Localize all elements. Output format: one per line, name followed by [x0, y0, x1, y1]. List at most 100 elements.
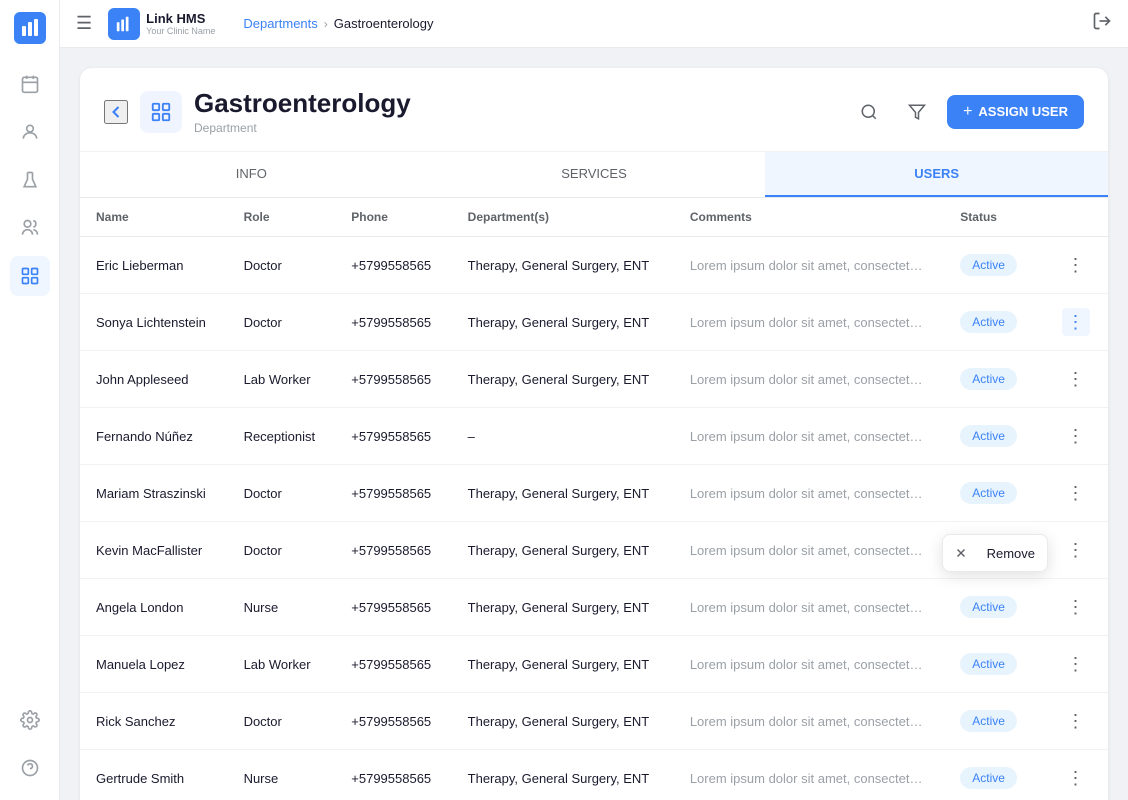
department-info: Gastroenterology Department	[194, 88, 839, 135]
cell-comments: Lorem ipsum dolor sit amet, consectetur …	[674, 408, 944, 465]
sidebar-item-grid[interactable]	[10, 256, 50, 296]
app-name: Link HMS	[146, 11, 215, 27]
cell-departments: Therapy, General Surgery, ENT	[452, 351, 674, 408]
row-more-button[interactable]: ⋮	[1062, 422, 1090, 450]
cell-status: Active	[944, 693, 1045, 750]
department-subtitle: Department	[194, 121, 839, 135]
cell-role: Lab Worker	[228, 636, 336, 693]
status-badge: Active	[960, 653, 1017, 675]
context-menu: Remove	[942, 534, 1048, 572]
row-more-button[interactable]: ⋮	[1062, 308, 1090, 336]
cell-phone: +5799558565	[335, 237, 451, 294]
logo-area	[14, 12, 46, 44]
search-button[interactable]	[851, 94, 887, 130]
sidebar-item-settings[interactable]	[10, 700, 50, 740]
cell-status: Active	[944, 408, 1045, 465]
sidebar-item-flask[interactable]	[10, 160, 50, 200]
assign-icon: +	[963, 103, 972, 121]
cell-actions: ⋮	[1046, 579, 1108, 636]
status-badge: Active	[960, 425, 1017, 447]
cell-role: Doctor	[228, 693, 336, 750]
table-row: Eric Lieberman Doctor +5799558565 Therap…	[80, 237, 1108, 294]
col-actions	[1046, 198, 1108, 237]
department-card: Gastroenterology Department	[80, 68, 1108, 800]
cell-name: Kevin MacFallister	[80, 522, 228, 579]
breadcrumb-separator: ›	[324, 17, 328, 31]
back-button[interactable]	[104, 100, 128, 124]
main-content: ☰ Link HMS Your Clinic Name Departments …	[60, 0, 1128, 800]
filter-button[interactable]	[899, 94, 935, 130]
cell-name: Sonya Lichtenstein	[80, 294, 228, 351]
row-more-button[interactable]: ⋮	[1062, 593, 1090, 621]
hamburger-menu[interactable]: ☰	[76, 13, 92, 34]
cell-role: Nurse	[228, 750, 336, 800]
users-table: Name Role Phone Department(s) Comments S…	[80, 198, 1108, 800]
cell-comments: Lorem ipsum dolor sit amet, consectetur …	[674, 522, 944, 579]
sidebar-item-person[interactable]	[10, 112, 50, 152]
card-header: Gastroenterology Department	[80, 68, 1108, 152]
tab-services[interactable]: SERVICES	[423, 152, 766, 197]
cell-role: Nurse	[228, 579, 336, 636]
cell-role: Doctor	[228, 522, 336, 579]
table-row: Gertrude Smith Nurse +5799558565 Therapy…	[80, 750, 1108, 800]
cell-name: Angela London	[80, 579, 228, 636]
table-row: Manuela Lopez Lab Worker +5799558565 The…	[80, 636, 1108, 693]
col-status: Status	[944, 198, 1045, 237]
table-row: Rick Sanchez Doctor +5799558565 Therapy,…	[80, 693, 1108, 750]
cell-status: Active	[944, 636, 1045, 693]
row-more-button[interactable]: ⋮	[1062, 650, 1090, 678]
table-row: Fernando Núñez Receptionist +5799558565 …	[80, 408, 1108, 465]
cell-comments: Lorem ipsum dolor sit amet, consectetur …	[674, 351, 944, 408]
logo-icon	[14, 12, 46, 44]
table-row: John Appleseed Lab Worker +5799558565 Th…	[80, 351, 1108, 408]
sidebar-item-calendar[interactable]	[10, 64, 50, 104]
table-header: Name Role Phone Department(s) Comments S…	[80, 198, 1108, 237]
tab-users[interactable]: USERS	[765, 152, 1108, 197]
cell-departments: Therapy, General Surgery, ENT	[452, 750, 674, 800]
cell-name: Rick Sanchez	[80, 693, 228, 750]
row-more-button[interactable]: ⋮	[1062, 536, 1090, 564]
topnav-right	[1092, 11, 1112, 36]
col-role: Role	[228, 198, 336, 237]
row-more-button[interactable]: ⋮	[1062, 707, 1090, 735]
cell-actions: ⋮	[1046, 351, 1108, 408]
sidebar-item-help[interactable]	[10, 748, 50, 788]
cell-departments: Therapy, General Surgery, ENT	[452, 693, 674, 750]
cell-name: Eric Lieberman	[80, 237, 228, 294]
cell-departments: –	[452, 408, 674, 465]
cell-status: Active	[944, 465, 1045, 522]
row-more-button[interactable]: ⋮	[1062, 251, 1090, 279]
content-area: Gastroenterology Department	[60, 48, 1128, 800]
sidebar-item-users[interactable]	[10, 208, 50, 248]
row-more-button[interactable]: ⋮	[1062, 365, 1090, 393]
cell-actions: ⋮	[1046, 408, 1108, 465]
tab-info[interactable]: INFO	[80, 152, 423, 197]
col-phone: Phone	[335, 198, 451, 237]
status-badge: Active	[960, 710, 1017, 732]
sidebar	[0, 0, 60, 800]
row-more-button[interactable]: ⋮	[1062, 764, 1090, 792]
row-more-button[interactable]: ⋮	[1062, 479, 1090, 507]
cell-name: Mariam Straszinski	[80, 465, 228, 522]
cell-name: Manuela Lopez	[80, 636, 228, 693]
table-body: Eric Lieberman Doctor +5799558565 Therap…	[80, 237, 1108, 800]
context-remove-button[interactable]: Remove	[979, 542, 1043, 565]
cell-actions: ⋮	[1046, 750, 1108, 800]
status-badge: Active	[960, 254, 1017, 276]
context-close-button[interactable]	[947, 539, 975, 567]
cell-comments: Lorem ipsum dolor sit amet, consectetur …	[674, 465, 944, 522]
cell-phone: +5799558565	[335, 522, 451, 579]
cell-phone: +5799558565	[335, 693, 451, 750]
cell-departments: Therapy, General Surgery, ENT	[452, 237, 674, 294]
department-icon	[140, 91, 182, 133]
col-name: Name	[80, 198, 228, 237]
cell-role: Doctor	[228, 294, 336, 351]
table-wrapper: Name Role Phone Department(s) Comments S…	[80, 198, 1108, 800]
breadcrumb-parent[interactable]: Departments	[243, 16, 317, 31]
logout-icon[interactable]	[1092, 15, 1112, 35]
assign-user-button[interactable]: + ASSIGN USER	[947, 95, 1084, 129]
breadcrumb: Departments › Gastroenterology	[243, 16, 433, 31]
cell-phone: +5799558565	[335, 579, 451, 636]
cell-comments: Lorem ipsum dolor sit amet, consectetur …	[674, 693, 944, 750]
cell-actions: ⋮	[1046, 522, 1108, 579]
